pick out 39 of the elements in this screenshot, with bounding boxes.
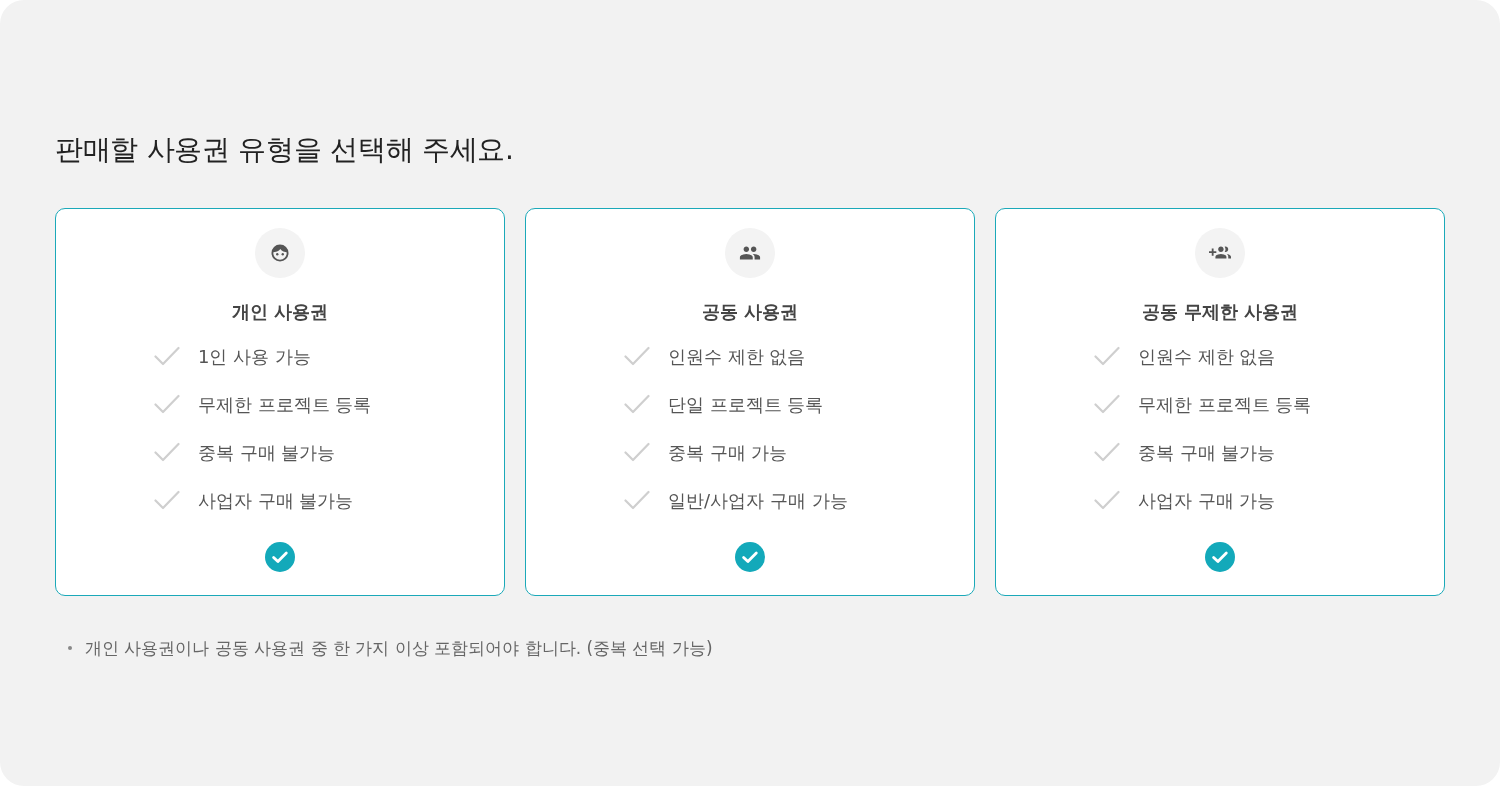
feature-text: 중복 구매 가능 [668,440,788,465]
check-icon [154,394,180,414]
feature-text: 무제한 프로젝트 등록 [198,392,372,417]
check-icon [1094,394,1120,414]
check-circle-icon [265,542,295,572]
feature-text: 인원수 제한 없음 [668,344,806,369]
feature-text: 중복 구매 불가능 [198,440,336,465]
plan-title: 공동 무제한 사용권 [1141,300,1299,324]
feature-text: 무제한 프로젝트 등록 [1138,392,1312,417]
check-circle-icon [1205,542,1235,572]
check-icon [154,442,180,462]
check-icon [624,442,650,462]
check-icon [154,490,180,510]
plan-title: 개인 사용권 [231,300,329,324]
bullet-icon [68,646,72,650]
check-icon [624,394,650,414]
check-icon [154,346,180,366]
note-text: 개인 사용권이나 공동 사용권 중 한 가지 이상 포함되어야 합니다. (중복 선택 가능) [85,637,713,660]
check-icon [1094,346,1120,366]
feature-text: 사업자 구매 불가능 [198,488,354,513]
check-icon [1094,490,1120,510]
feature-text: 인원수 제한 없음 [1138,344,1276,369]
people-icon [725,228,775,278]
check-circle-icon [735,542,765,572]
feature-text: 단일 프로젝트 등록 [668,392,824,417]
plan-card[interactable]: 공동 무제한 사용권 인원수 제한 없음 무제한 프로젝트 등록 중복 구매 불가능 사업자 구매 가능 [995,208,1445,596]
feature-text: 중복 구매 불가능 [1138,440,1276,465]
check-icon [1094,442,1120,462]
feature-text: 사업자 구매 가능 [1138,488,1276,513]
plan-card[interactable]: 공동 사용권 인원수 제한 없음 단일 프로젝트 등록 중복 구매 가능 일반/사업자 구매 가능 [525,208,975,596]
check-icon [624,346,650,366]
check-icon [624,490,650,510]
feature-text: 일반/사업자 구매 가능 [668,488,848,513]
page-heading: 판매할 사용권 유형을 선택해 주세요. [55,132,515,168]
add-people-icon [1195,228,1245,278]
feature-text: 1인 사용 가능 [198,344,311,369]
plan-title: 공동 사용권 [701,300,799,324]
plan-card[interactable]: 개인 사용권 1인 사용 가능 무제한 프로젝트 등록 중복 구매 불가능 사업자 구매 불가능 [55,208,505,596]
face-icon [255,228,305,278]
